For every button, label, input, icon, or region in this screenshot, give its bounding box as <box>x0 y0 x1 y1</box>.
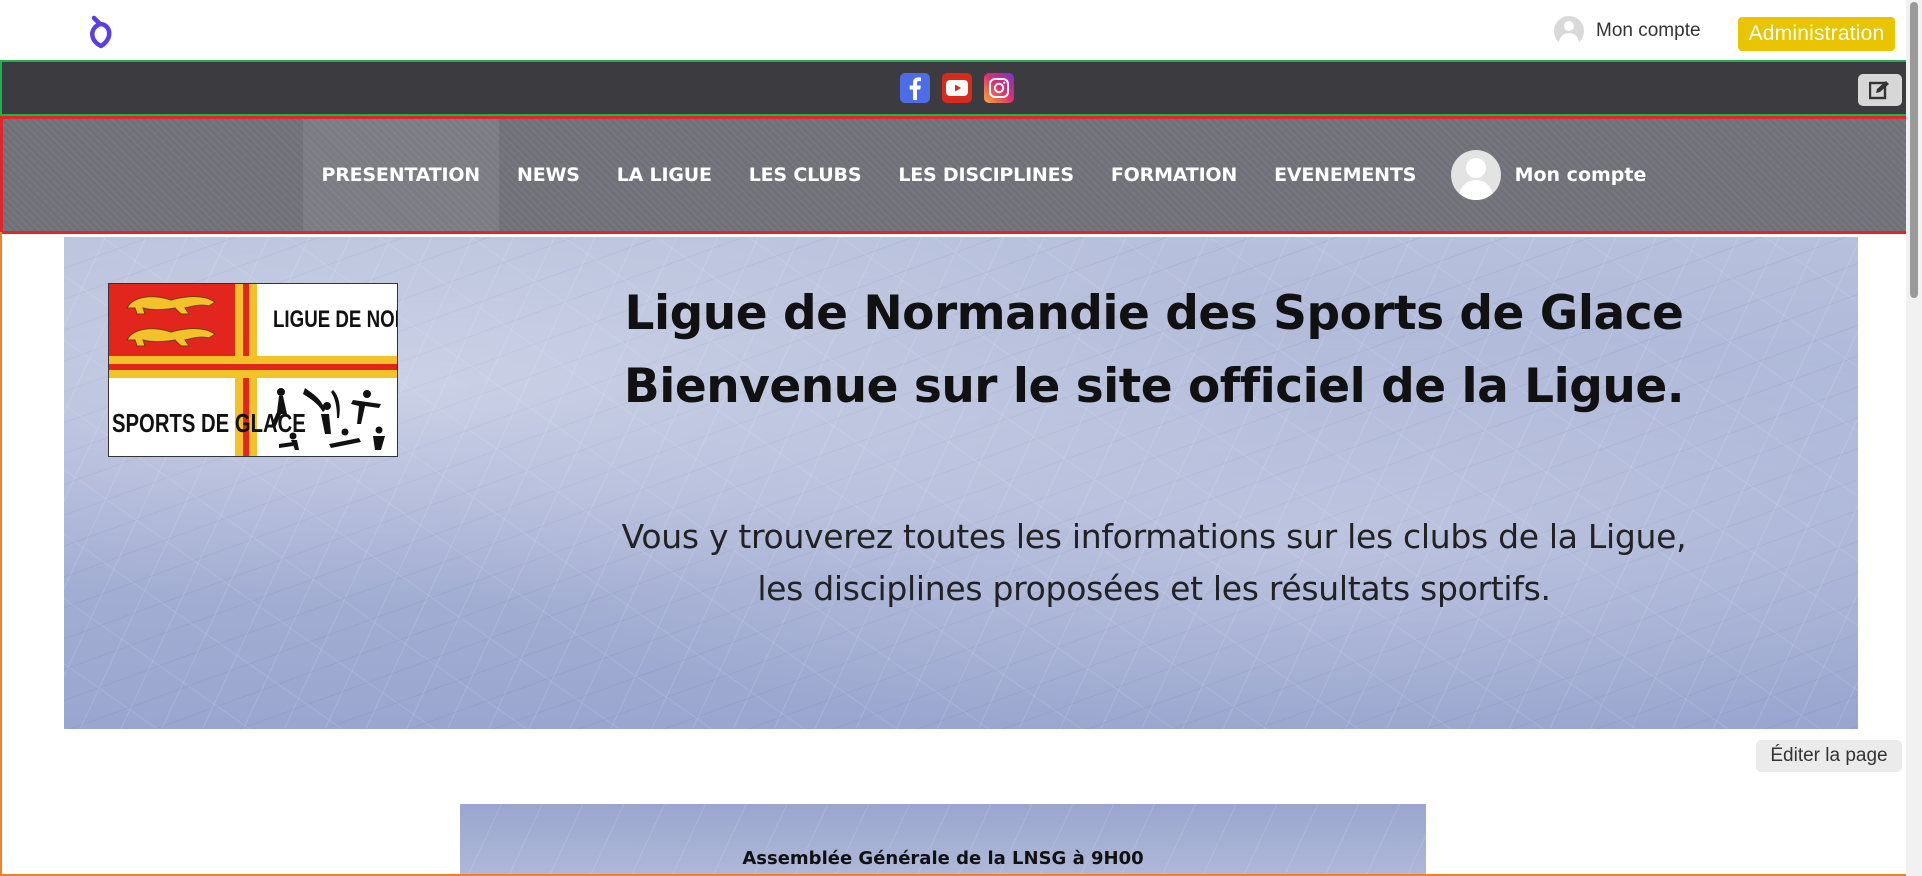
social-icons <box>900 73 1014 103</box>
page-scrollbar[interactable] <box>1906 0 1922 876</box>
hero-title: Ligue de Normandie des Sports de Glace B… <box>484 277 1824 423</box>
page-content: LIGUE DE NORMANDIE SPORTS DE GLACE Ligue… <box>0 232 1920 876</box>
nav-item-news[interactable]: NEWS <box>499 119 599 231</box>
top-bar: Mon compte Administration <box>0 0 1906 60</box>
avatar-icon <box>1450 150 1501 200</box>
nav-item-presentation[interactable]: PRESENTATION <box>303 119 499 231</box>
site-logo-icon[interactable] <box>84 14 118 50</box>
lion-icon <box>126 296 216 315</box>
lion-icon <box>126 328 216 347</box>
instagram-icon[interactable] <box>984 73 1014 103</box>
hero-title-line2: Bienvenue sur le site officiel de la Lig… <box>623 359 1685 414</box>
nav-account-link[interactable]: Mon compte <box>1435 150 1647 200</box>
avatar-icon <box>1554 16 1584 46</box>
edit-icon[interactable] <box>1858 74 1902 106</box>
event-card[interactable]: Assemblée Générale de la LNSG à 9H00 <box>460 804 1426 874</box>
nav-item-les-disciplines[interactable]: LES DISCIPLINES <box>880 119 1093 231</box>
nav-item-la-ligue[interactable]: LA LIGUE <box>598 119 730 231</box>
administration-button[interactable]: Administration <box>1738 17 1895 51</box>
account-link-top[interactable]: Mon compte <box>1554 16 1701 46</box>
nav-item-evenements[interactable]: EVENEMENTS <box>1256 119 1435 231</box>
edit-page-button[interactable]: Éditer la page <box>1756 740 1902 772</box>
hero-subtitle-line2: les disciplines proposées et les résulta… <box>757 569 1551 608</box>
skaters-icon <box>271 388 385 450</box>
facebook-icon[interactable] <box>900 73 930 103</box>
account-label-top: Mon compte <box>1596 20 1701 41</box>
youtube-icon[interactable] <box>942 73 972 103</box>
main-navigation: PRESENTATION NEWS LA LIGUE LES CLUBS LES… <box>0 116 1920 234</box>
hero-banner: LIGUE DE NORMANDIE SPORTS DE GLACE Ligue… <box>64 237 1858 729</box>
hero-subtitle: Vous y trouverez toutes les informations… <box>484 511 1824 615</box>
league-logo: LIGUE DE NORMANDIE SPORTS DE GLACE <box>108 283 398 457</box>
nav-item-formation[interactable]: FORMATION <box>1092 119 1255 231</box>
logo-text-top: LIGUE DE NORMANDIE <box>273 306 397 333</box>
hero-title-line1: Ligue de Normandie des Sports de Glace <box>624 286 1684 341</box>
nav-account-label: Mon compte <box>1514 164 1647 186</box>
event-card-title: Assemblée Générale de la LNSG à 9H00 <box>742 848 1144 869</box>
hero-subtitle-line1: Vous y trouverez toutes les informations… <box>621 517 1687 556</box>
social-bar <box>0 60 1920 116</box>
nav-item-les-clubs[interactable]: LES CLUBS <box>730 119 880 231</box>
scrollbar-thumb[interactable] <box>1910 2 1918 298</box>
